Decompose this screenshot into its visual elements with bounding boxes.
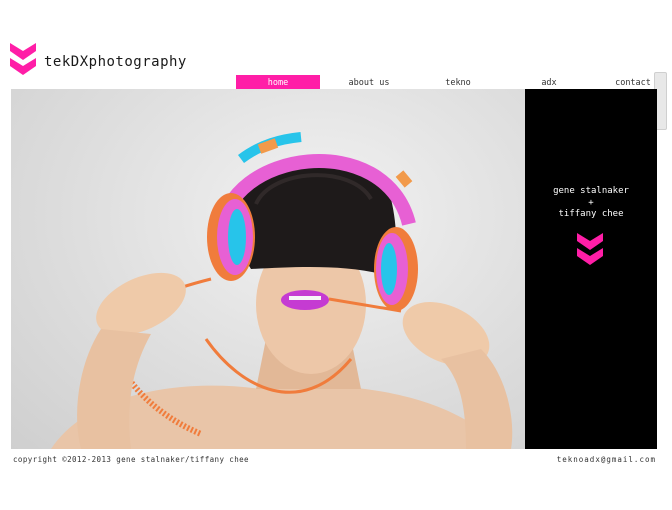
credits-panel: gene stalnaker + tiffany chee — [525, 89, 657, 449]
credit-name-1: gene stalnaker — [553, 186, 629, 196]
logo-chevrons-icon — [10, 43, 36, 75]
hero-photo-illustration — [51, 132, 513, 449]
contact-email-link[interactable]: teknoadx@gmail.com — [557, 455, 656, 464]
logo[interactable]: tekDXphotography — [10, 43, 187, 81]
credit-name-2: tiffany chee — [558, 209, 624, 219]
credit-plus: + — [588, 197, 594, 208]
site-title: tekDXphotography — [44, 54, 187, 70]
copyright-text: copyright ©2012-2013 gene stalnaker/tiff… — [13, 455, 249, 464]
double-chevron-down-icon[interactable] — [577, 233, 603, 275]
credits-text: gene stalnaker + tiffany chee — [525, 186, 657, 221]
hero-image — [11, 89, 525, 449]
